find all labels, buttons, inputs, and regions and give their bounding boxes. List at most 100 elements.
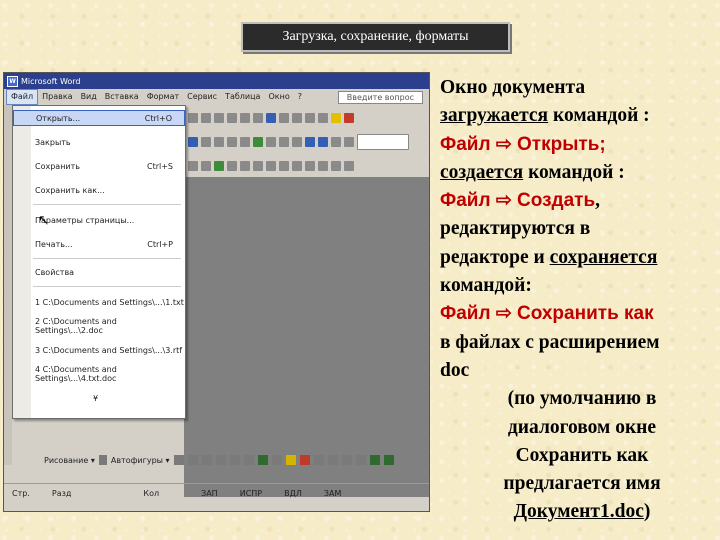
align-center-icon[interactable]: [214, 113, 224, 123]
menu-item-print[interactable]: Печать... Ctrl+P: [13, 236, 185, 252]
cut-icon[interactable]: [266, 137, 276, 147]
split-icon[interactable]: [266, 161, 276, 171]
3d-icon[interactable]: [383, 455, 394, 465]
menu-item-save[interactable]: Сохранить Ctrl+S: [13, 158, 185, 174]
eraser-icon[interactable]: [201, 161, 211, 171]
formatting-toolbar: [184, 107, 429, 129]
sum-icon[interactable]: [344, 161, 354, 171]
save-icon[interactable]: [214, 137, 224, 147]
oval-icon[interactable]: [215, 455, 226, 465]
autoshapes-button[interactable]: Автофигуры ▾: [111, 456, 170, 465]
status-column: Кол: [143, 489, 160, 498]
line-style-icon[interactable]: [214, 161, 224, 171]
border-icon[interactable]: [318, 113, 328, 123]
align-left-icon[interactable]: [201, 113, 211, 123]
fill-color-icon[interactable]: [285, 455, 296, 465]
menu-item-label: 2 C:\Documents and Settings\...\2.doc: [35, 317, 117, 335]
merge-icon[interactable]: [253, 161, 263, 171]
line-icon[interactable]: [173, 455, 184, 465]
menu-help[interactable]: ?: [294, 90, 306, 104]
menu-item-label: Сохранить как...: [35, 185, 105, 195]
draw-menu-button[interactable]: Рисование ▾: [44, 456, 95, 465]
chevron-down-icon: ¥: [93, 393, 99, 403]
file-menu-dropdown: Открыть... Ctrl+O Закрыть Сохранить Ctrl…: [12, 105, 186, 419]
distribute-rows-icon[interactable]: [292, 161, 302, 171]
menu-window[interactable]: Окно: [264, 90, 293, 104]
font-color-icon[interactable]: [344, 113, 354, 123]
zoom-combo[interactable]: [357, 134, 409, 150]
line-color-icon[interactable]: [299, 455, 310, 465]
menu-file[interactable]: Файл: [6, 89, 39, 105]
text-command-create: Файл ⇨ Создать: [440, 190, 596, 212]
print-icon[interactable]: [227, 137, 237, 147]
menu-item-label: 1 C:\Documents and Settings\...\1.txt: [35, 297, 184, 307]
window-titlebar: W Microsoft Word: [4, 73, 429, 89]
menu-item-close[interactable]: Закрыть: [13, 134, 185, 150]
menu-edit[interactable]: Правка: [38, 90, 76, 104]
menu-item-recent-4[interactable]: 4 C:\Documents and Settings\...\4.txt.do…: [13, 365, 185, 383]
highlight-icon[interactable]: [331, 113, 341, 123]
menu-view[interactable]: Вид: [77, 90, 101, 104]
text-line: Окно документа: [440, 77, 586, 98]
rectangle-icon[interactable]: [201, 455, 212, 465]
status-ovr: ЗАМ: [323, 489, 342, 498]
menu-item-recent-1[interactable]: 1 C:\Documents and Settings\...\1.txt: [13, 294, 185, 310]
menu-item-recent-3[interactable]: 3 C:\Documents and Settings\...\3.rtf: [13, 342, 185, 358]
toolbar-icon[interactable]: [188, 113, 198, 123]
menu-separator: [33, 286, 181, 287]
menu-item-properties[interactable]: Свойства: [13, 264, 185, 280]
outdent-icon[interactable]: [305, 113, 315, 123]
help-search-box[interactable]: Введите вопрос: [337, 90, 423, 104]
menu-tools[interactable]: Сервис: [183, 90, 221, 104]
select-arrow-icon[interactable]: [98, 455, 107, 465]
table-icon[interactable]: [331, 137, 341, 147]
arrow-icon[interactable]: [187, 455, 198, 465]
distribute-cols-icon[interactable]: [305, 161, 315, 171]
menu-item-save-as[interactable]: Сохранить как...: [13, 182, 185, 198]
paste-icon[interactable]: [292, 137, 302, 147]
justify-icon[interactable]: [240, 113, 250, 123]
menu-table[interactable]: Таблица: [221, 90, 264, 104]
menu-item-open[interactable]: Открыть... Ctrl+O: [13, 110, 185, 126]
line-weight-icon[interactable]: [227, 161, 237, 171]
status-ext: ВДЛ: [284, 489, 302, 498]
sort-icon[interactable]: [331, 161, 341, 171]
borders-icon[interactable]: [240, 161, 250, 171]
clipart-icon[interactable]: [271, 455, 282, 465]
text-span: командой :: [548, 105, 650, 127]
text-line: диалоговом окне: [507, 416, 657, 438]
textbox-icon[interactable]: [229, 455, 240, 465]
line-spacing-icon[interactable]: [253, 113, 263, 123]
draw-table-icon[interactable]: [188, 161, 198, 171]
pilcrow-icon[interactable]: [344, 137, 354, 147]
copy-icon[interactable]: [279, 137, 289, 147]
menu-insert[interactable]: Вставка: [101, 90, 143, 104]
diagram-icon[interactable]: [257, 455, 268, 465]
shadow-icon[interactable]: [369, 455, 380, 465]
new-doc-icon[interactable]: [188, 137, 198, 147]
open-icon[interactable]: [201, 137, 211, 147]
menu-item-recent-2[interactable]: 2 C:\Documents and Settings\...\2.doc: [13, 317, 185, 335]
menu-format[interactable]: Формат: [143, 90, 183, 104]
spell-icon[interactable]: [253, 137, 263, 147]
menu-expand-arrow[interactable]: ¥: [13, 390, 185, 406]
bullets-icon[interactable]: [279, 113, 289, 123]
undo-icon[interactable]: [305, 137, 315, 147]
explanation-text: Окно документа загружается командой : Фа…: [440, 74, 716, 527]
arrow-style-icon[interactable]: [355, 455, 366, 465]
tables-toolbar: [184, 155, 429, 177]
line-style-icon[interactable]: [327, 455, 338, 465]
preview-icon[interactable]: [240, 137, 250, 147]
indent-icon[interactable]: [292, 113, 302, 123]
autoformat-icon[interactable]: [318, 161, 328, 171]
font-color-icon[interactable]: [313, 455, 324, 465]
wordart-icon[interactable]: [243, 455, 254, 465]
numbering-icon[interactable]: [266, 113, 276, 123]
align-cell-icon[interactable]: [279, 161, 289, 171]
window-title: Microsoft Word: [21, 76, 81, 86]
menu-item-label: Параметры страницы...: [35, 215, 135, 225]
align-right-icon[interactable]: [227, 113, 237, 123]
dash-style-icon[interactable]: [341, 455, 352, 465]
text-underlined: сохраняется: [549, 246, 658, 268]
redo-icon[interactable]: [318, 137, 328, 147]
